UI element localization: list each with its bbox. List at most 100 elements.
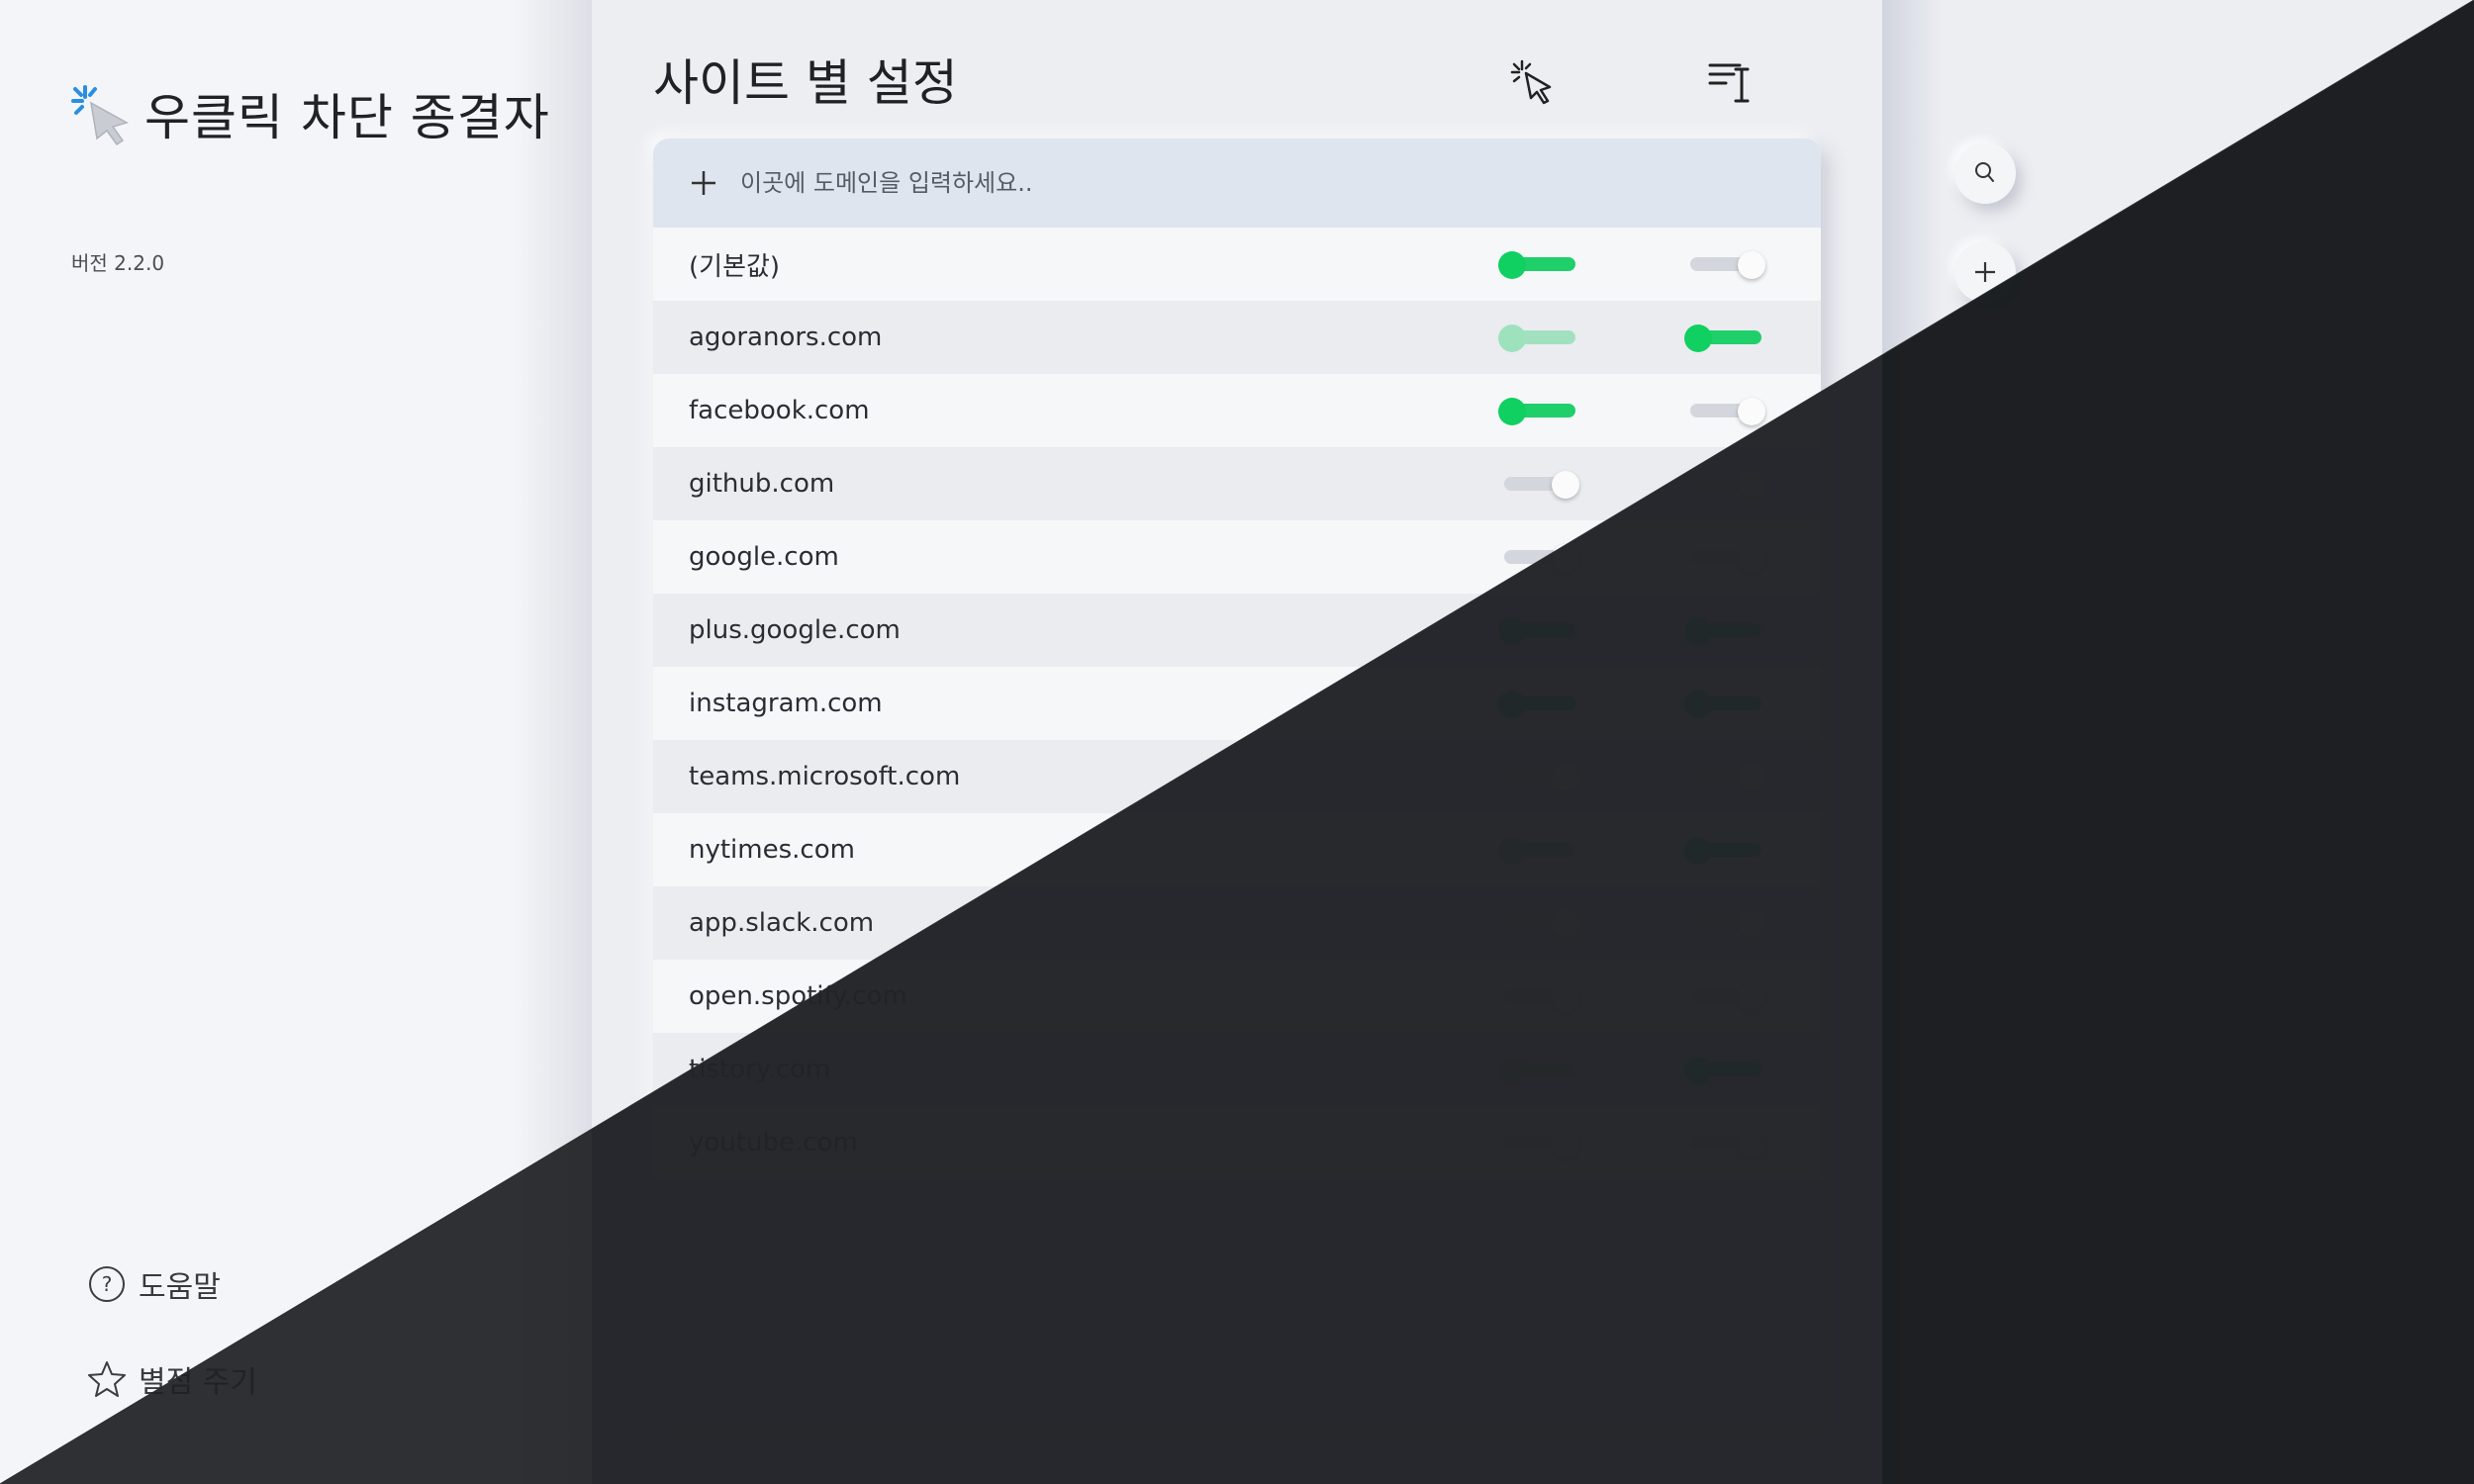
site-row[interactable]: facebook.com (653, 374, 1821, 447)
site-domain: (기본값) (689, 251, 781, 282)
search-button[interactable] (1954, 142, 2016, 204)
toggle-knob (1498, 325, 1526, 352)
add-site-button[interactable] (1954, 241, 2016, 303)
toggle-knob (1738, 398, 1765, 425)
site-domain: instagram.com (689, 689, 883, 718)
toggle-knob (1684, 325, 1712, 352)
toggle-knob (1738, 471, 1765, 499)
right-click-toggle[interactable] (1498, 764, 1579, 791)
site-domain: nytimes.com (689, 835, 855, 865)
text-select-toggle[interactable] (1684, 251, 1765, 279)
text-select-toggle[interactable] (1684, 1057, 1763, 1084)
add-domain-row (653, 139, 1821, 228)
toggle-knob (1684, 691, 1712, 718)
right-click-toggle[interactable] (1498, 471, 1579, 499)
page-title: 사이트 별 설정 (653, 54, 958, 112)
version-label: 버전 2.2.0 (71, 251, 165, 275)
toggle-knob (1552, 471, 1579, 499)
text-select-toggle[interactable] (1684, 691, 1763, 718)
rate-label: 별점 주기 (139, 1365, 257, 1400)
text-select-toggle[interactable] (1684, 910, 1765, 938)
plus-icon (1975, 262, 1995, 282)
plus-icon[interactable] (689, 168, 718, 198)
toggle-knob (1684, 837, 1712, 865)
toggle-knob (1552, 910, 1579, 938)
text-select-toggle[interactable] (1684, 617, 1763, 645)
right-click-toggle[interactable] (1498, 617, 1577, 645)
svg-text:?: ? (102, 1272, 113, 1296)
site-row[interactable]: open.spotify.com (653, 960, 1821, 1033)
toggle-knob (1498, 617, 1526, 645)
toggle-knob (1498, 691, 1526, 718)
site-list-card: (기본값) agoranors.com facebook.com github.com… (653, 139, 1821, 1425)
site-domain: tistory.com (689, 1055, 831, 1084)
toggle-knob (1738, 764, 1765, 791)
toggle-knob (1498, 398, 1526, 425)
site-domain: plus.google.com (689, 615, 901, 645)
domain-input[interactable] (740, 169, 1433, 197)
right-click-toggle[interactable] (1498, 325, 1577, 352)
text-select-toggle[interactable] (1684, 544, 1765, 572)
site-row[interactable]: app.slack.com (653, 886, 1821, 960)
site-domain: youtube.com (689, 1128, 858, 1158)
help-icon: ? (89, 1266, 125, 1302)
app-header: 우클릭 차단 종결자 (69, 79, 550, 148)
toggle-knob (1552, 983, 1579, 1011)
site-domain: open.spotify.com (689, 981, 907, 1011)
toggle-knob (1684, 1057, 1712, 1084)
app-title: 우클릭 차단 종결자 (144, 89, 550, 146)
site-row[interactable]: plus.google.com (653, 594, 1821, 667)
right-rail (1882, 0, 2474, 1484)
site-domain: google.com (689, 542, 839, 572)
text-select-toggle[interactable] (1684, 1130, 1765, 1158)
text-select-toggle[interactable] (1684, 325, 1763, 352)
right-click-toggle[interactable] (1498, 544, 1579, 572)
right-click-toggle[interactable] (1498, 837, 1577, 865)
rail-shadow (1882, 0, 1942, 1484)
right-click-toggle[interactable] (1498, 1057, 1577, 1084)
toggle-knob (1684, 617, 1712, 645)
site-domain: app.slack.com (689, 908, 875, 938)
star-icon (88, 1361, 126, 1397)
site-row[interactable]: teams.microsoft.com (653, 740, 1821, 813)
toggle-knob (1738, 544, 1765, 572)
site-row[interactable]: youtube.com (653, 1106, 1821, 1179)
toggle-knob (1552, 1130, 1579, 1158)
site-row[interactable]: agoranors.com (653, 301, 1821, 374)
right-click-toggle[interactable] (1498, 251, 1577, 279)
rate-link[interactable]: 별점 주기 (87, 1357, 257, 1401)
site-row[interactable]: instagram.com (653, 667, 1821, 740)
text-select-toggle[interactable] (1684, 837, 1763, 865)
site-row[interactable]: nytimes.com (653, 813, 1821, 886)
right-click-toggle[interactable] (1498, 691, 1577, 718)
right-click-toggle[interactable] (1498, 983, 1579, 1011)
search-icon (1975, 162, 1994, 182)
text-select-toggle[interactable] (1684, 764, 1765, 791)
toggle-knob (1552, 764, 1579, 791)
sidebar-shadow (515, 0, 592, 1484)
right-click-toggle[interactable] (1498, 910, 1579, 938)
site-row[interactable]: google.com (653, 520, 1821, 594)
help-link[interactable]: ? 도움말 (87, 1262, 221, 1306)
sidebar: 우클릭 차단 종결자 버전 2.2.0 ? 도움말 별점 주기 (0, 0, 592, 1484)
site-row[interactable]: tistory.com (653, 1033, 1821, 1106)
right-click-icon (1510, 59, 1552, 105)
site-domain: facebook.com (689, 396, 870, 425)
right-click-toggle[interactable] (1498, 398, 1577, 425)
site-row[interactable]: github.com (653, 447, 1821, 520)
toggle-knob (1738, 251, 1765, 279)
text-select-toggle[interactable] (1684, 471, 1765, 499)
site-row[interactable]: (기본값) (653, 228, 1821, 301)
site-domain: github.com (689, 469, 835, 499)
help-label: 도움말 (139, 1270, 221, 1305)
toggle-knob (1498, 837, 1526, 865)
site-domain: agoranors.com (689, 323, 883, 352)
toggle-knob (1738, 983, 1765, 1011)
right-click-toggle[interactable] (1498, 1130, 1579, 1158)
site-domain: teams.microsoft.com (689, 762, 961, 791)
text-select-icon (1708, 63, 1750, 103)
toggle-knob (1738, 910, 1765, 938)
text-select-toggle[interactable] (1684, 398, 1765, 425)
site-list: (기본값) agoranors.com facebook.com github.com… (653, 228, 1821, 1179)
text-select-toggle[interactable] (1684, 983, 1765, 1011)
